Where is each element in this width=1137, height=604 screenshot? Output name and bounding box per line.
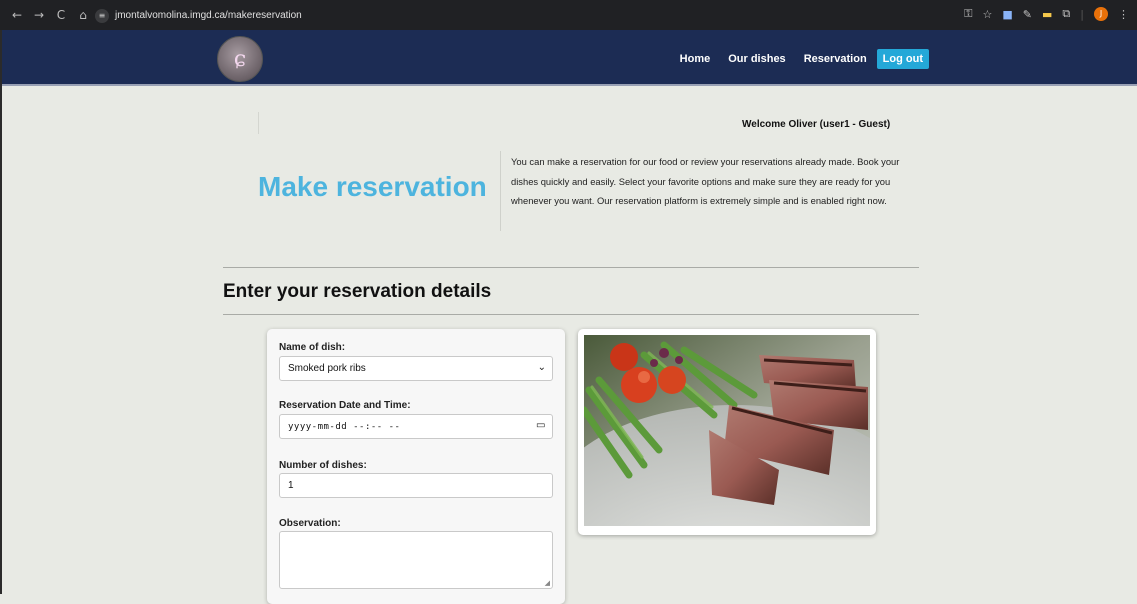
reservation-form: Name of dish: Smoked pork ribs ⌄ Reserva… bbox=[267, 329, 565, 604]
url-text: jmontalvomolina.imgd.ca/makereservation bbox=[115, 10, 302, 21]
datetime-label: Reservation Date and Time: bbox=[279, 400, 411, 411]
extension-icon[interactable]: ■ bbox=[1002, 8, 1012, 21]
observation-label: Observation: bbox=[279, 518, 341, 529]
star-icon[interactable]: ☆ bbox=[983, 8, 993, 21]
nav-home[interactable]: Home bbox=[671, 50, 720, 68]
main-nav: Home Our dishes Reservation Log out bbox=[671, 49, 929, 69]
page-viewport: ɕ Home Our dishes Reservation Log out We… bbox=[0, 30, 1137, 604]
more-icon[interactable]: ⋮ bbox=[1118, 8, 1129, 21]
dish-select-value: Smoked pork ribs bbox=[288, 363, 366, 374]
hero-divider bbox=[500, 151, 501, 231]
datetime-placeholder: yyyy-mm-dd --:-- -- bbox=[288, 421, 401, 432]
browser-toolbar: ← → C ⌂ ≡ jmontalvomolina.imgd.ca/makere… bbox=[0, 0, 1137, 30]
quantity-label: Number of dishes: bbox=[279, 460, 367, 471]
nav-our-dishes[interactable]: Our dishes bbox=[719, 50, 794, 68]
hero-description: You can make a reservation for our food … bbox=[511, 156, 900, 206]
extension-icon-2[interactable]: ▬ bbox=[1042, 8, 1052, 21]
quantity-input[interactable]: 1 bbox=[279, 473, 553, 498]
logo-icon[interactable]: ɕ bbox=[217, 36, 263, 82]
quantity-value: 1 bbox=[288, 480, 294, 491]
dish-label: Name of dish: bbox=[279, 342, 346, 353]
puzzle-icon[interactable]: ⧉ bbox=[1062, 7, 1070, 21]
page-title: Make reservation bbox=[258, 171, 487, 202]
home-icon[interactable]: ⌂ bbox=[72, 8, 94, 22]
section-rule-bottom bbox=[223, 314, 919, 315]
key-icon[interactable]: ⚿ bbox=[964, 7, 972, 21]
section-rule-top bbox=[223, 267, 919, 268]
toolbar-separator: | bbox=[1080, 7, 1084, 21]
food-photo bbox=[584, 335, 870, 526]
back-icon[interactable]: ← bbox=[6, 8, 28, 22]
divider bbox=[258, 112, 259, 134]
browser-nav: ← → C ⌂ bbox=[6, 8, 94, 22]
dish-image-card bbox=[578, 329, 876, 535]
welcome-message: Welcome Oliver (user1 - Guest) bbox=[742, 119, 891, 130]
profile-avatar[interactable]: J bbox=[1094, 7, 1108, 21]
site-header: ɕ Home Our dishes Reservation Log out bbox=[2, 30, 1137, 86]
resize-grip-icon[interactable]: ◢ bbox=[545, 579, 550, 587]
address-bar[interactable]: ≡ jmontalvomolina.imgd.ca/makereservatio… bbox=[95, 6, 955, 25]
dish-select[interactable]: Smoked pork ribs ⌄ bbox=[279, 356, 553, 381]
pen-icon[interactable]: ✎ bbox=[1023, 8, 1032, 21]
browser-actions: ⚿ ☆ ■ ✎ ▬ ⧉ | J ⋮ bbox=[964, 7, 1129, 21]
section-title: Enter your reservation details bbox=[223, 281, 492, 302]
site-info-icon[interactable]: ≡ bbox=[95, 8, 109, 23]
logout-button[interactable]: Log out bbox=[876, 49, 929, 69]
nav-reservation[interactable]: Reservation bbox=[795, 50, 876, 68]
chevron-down-icon: ⌄ bbox=[537, 362, 546, 373]
forward-icon[interactable]: → bbox=[28, 8, 50, 22]
datetime-input[interactable]: yyyy-mm-dd --:-- -- ▭ bbox=[279, 414, 553, 439]
observation-textarea[interactable]: ◢ bbox=[279, 531, 553, 589]
calendar-icon[interactable]: ▭ bbox=[536, 420, 546, 431]
reload-icon[interactable]: C bbox=[50, 8, 72, 22]
